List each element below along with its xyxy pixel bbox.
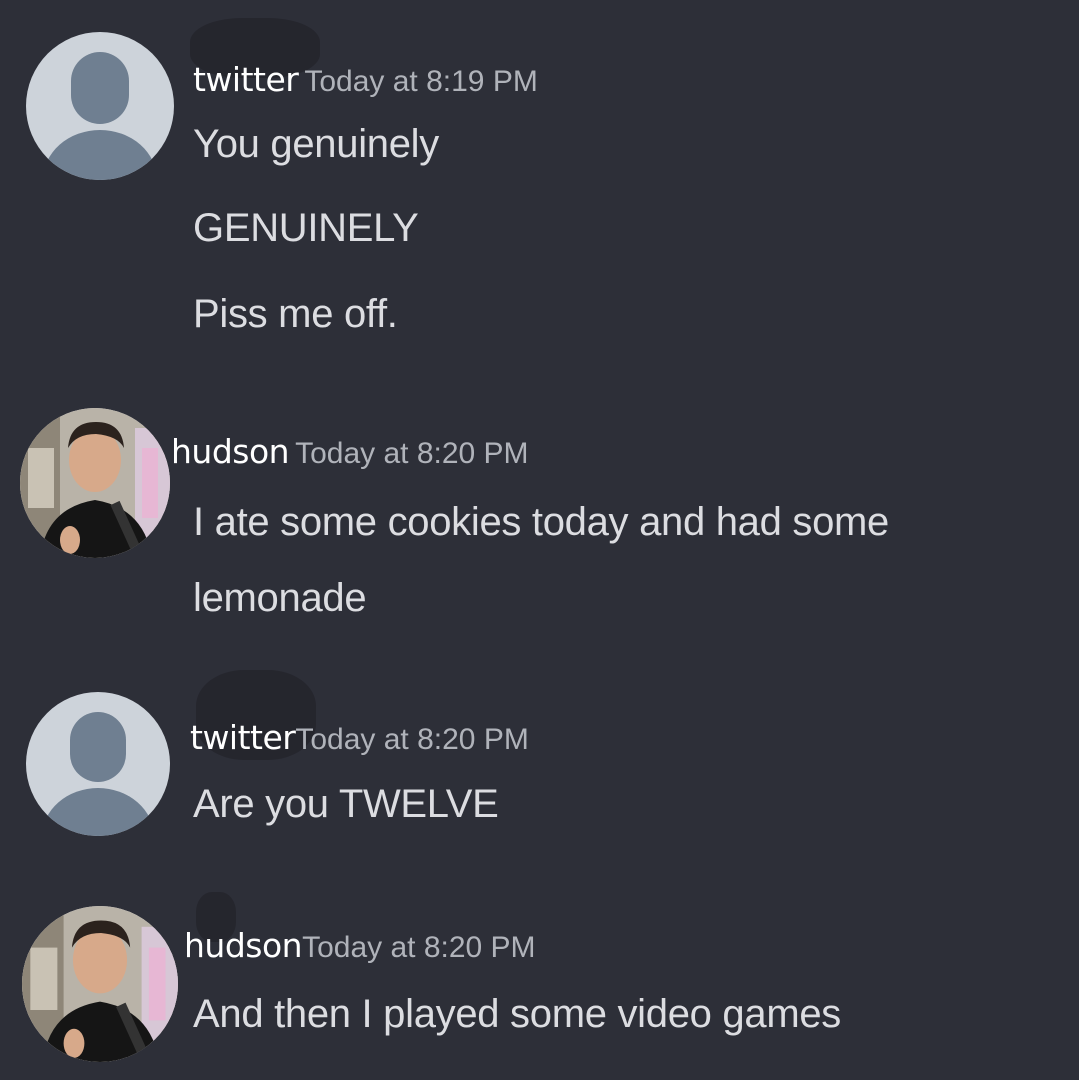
user-silhouette-body-icon [43, 130, 157, 180]
timestamp: Today at 8:20 PM [302, 931, 536, 964]
user-silhouette-body-icon [42, 788, 154, 836]
avatar[interactable] [22, 906, 178, 1062]
timestamp: Today at 8:20 PM [295, 437, 529, 470]
message-text: lemonade [193, 576, 367, 620]
user-silhouette-head-icon [70, 712, 126, 782]
message-group: hudsonToday at 8:20 PM And then I played… [0, 0, 1079, 1062]
message-header: hudsonToday at 8:20 PM [171, 432, 529, 471]
timestamp: Today at 8:19 PM [304, 65, 538, 98]
avatar[interactable] [26, 32, 174, 180]
message-header: twitterToday at 8:20 PM [190, 718, 529, 757]
profile-photo-icon [20, 408, 170, 558]
message-header: twitter Today at 8:19 PM [193, 60, 538, 99]
profile-photo-icon [22, 906, 178, 1062]
chat-log: twitter Today at 8:19 PM You genuinely GE… [0, 0, 1079, 1080]
message-text: You genuinely [193, 122, 439, 166]
message-text: And then I played some video games [193, 992, 841, 1036]
user-silhouette-head-icon [71, 52, 129, 124]
username[interactable]: hudson [171, 432, 290, 471]
message-text: GENUINELY [193, 206, 419, 250]
username[interactable]: hudson [184, 926, 303, 965]
avatar[interactable] [26, 692, 170, 836]
avatar[interactable] [20, 408, 170, 558]
message-group: twitter Today at 8:19 PM You genuinely GE… [0, 0, 1079, 380]
timestamp: Today at 8:20 PM [295, 723, 529, 756]
username[interactable]: twitter [193, 60, 299, 99]
message-text: Are you TWELVE [193, 782, 499, 826]
message-text: I ate some cookies today and had some [193, 500, 889, 544]
message-text: Piss me off. [193, 292, 398, 336]
message-header: hudsonToday at 8:20 PM [184, 926, 536, 965]
username[interactable]: twitter [190, 718, 296, 757]
